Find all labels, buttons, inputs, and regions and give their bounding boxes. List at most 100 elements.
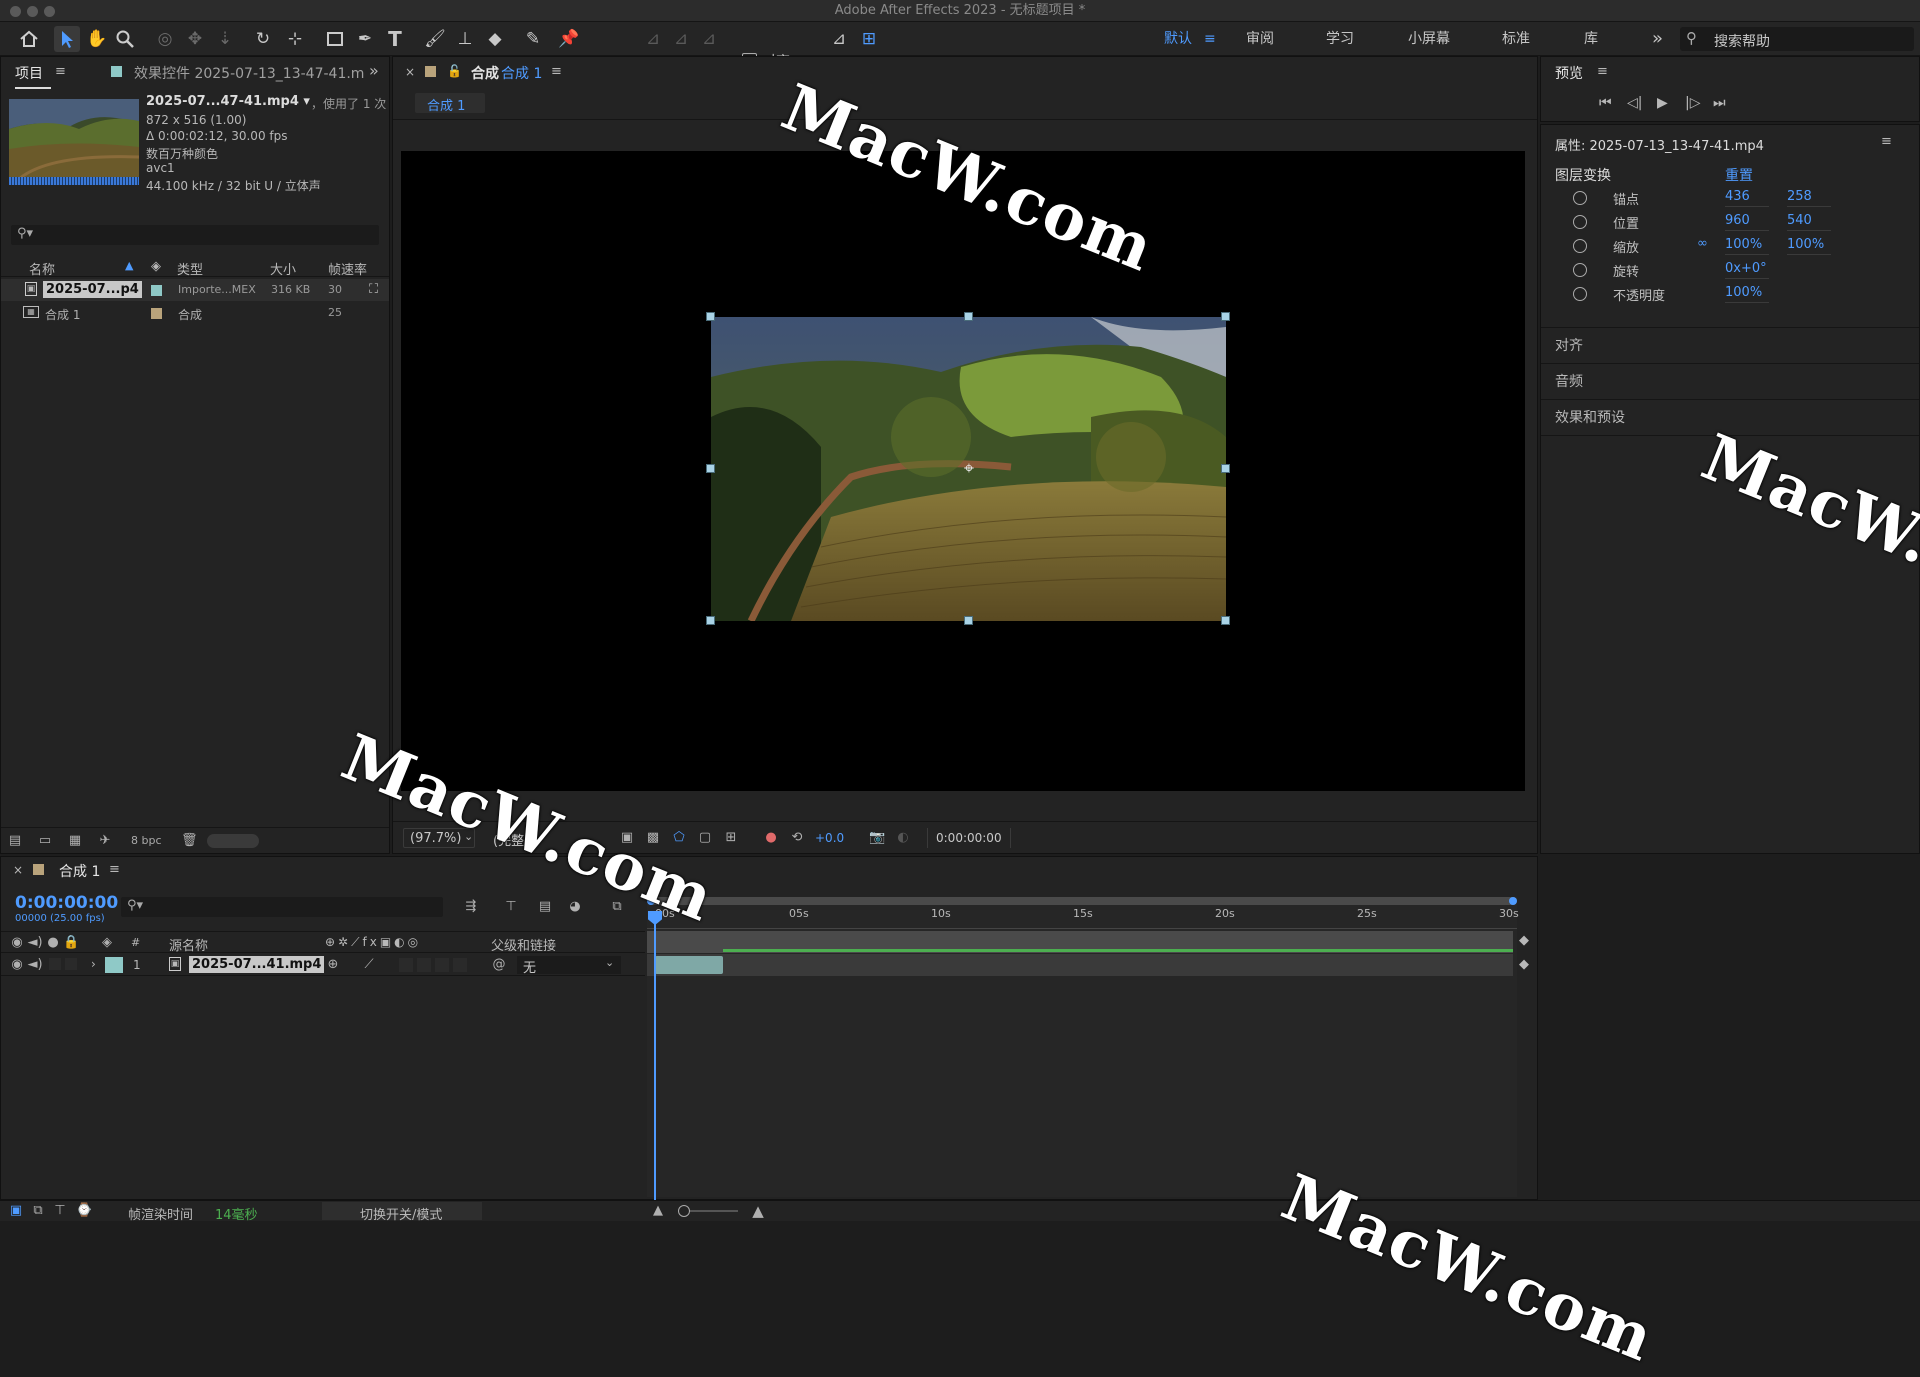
- layer-switches-toggle-icon[interactable]: ▣: [8, 1203, 24, 1219]
- close-tab-icon[interactable]: ×: [405, 65, 415, 79]
- close-window-button[interactable]: [10, 6, 21, 17]
- label-color-swatch[interactable]: [151, 285, 162, 296]
- comp-marker-icon[interactable]: ◆: [1519, 933, 1529, 948]
- minimize-window-button[interactable]: [27, 6, 38, 17]
- next-frame-icon[interactable]: |▷: [1685, 95, 1700, 111]
- selection-tool-icon[interactable]: [54, 26, 80, 52]
- reset-exposure-icon[interactable]: ⟲: [789, 830, 805, 846]
- pen-tool-icon[interactable]: ✒: [352, 26, 378, 52]
- previous-frame-icon[interactable]: ◁|: [1627, 95, 1642, 111]
- zoom-tool-icon[interactable]: [112, 26, 138, 52]
- pan-behind-tool-icon[interactable]: ⊹: [282, 26, 308, 52]
- expand-chevron-icon[interactable]: ›: [91, 957, 96, 971]
- footage-name[interactable]: 2025-07...47-41.mp4 ▾: [146, 94, 310, 109]
- brush-tool-icon[interactable]: 🖌: [422, 26, 448, 52]
- workspace-default[interactable]: 默认: [1164, 22, 1192, 56]
- comp-menu-icon[interactable]: ≡: [551, 64, 562, 79]
- close-tab-icon[interactable]: ×: [13, 863, 23, 877]
- project-row-name[interactable]: 合成 1: [45, 306, 80, 323]
- project-row-name[interactable]: 2025-07...p4: [43, 281, 142, 298]
- transform-handle[interactable]: [1221, 312, 1230, 321]
- anchor-x-value[interactable]: 436: [1725, 189, 1769, 207]
- snap-options-icon[interactable]: ⊞: [856, 26, 882, 52]
- comp-flowchart-icon[interactable]: ⇶: [463, 899, 479, 915]
- preview-menu-icon[interactable]: ≡: [1597, 64, 1608, 79]
- roto-brush-tool-icon[interactable]: ✎: [520, 26, 546, 52]
- project-search-input[interactable]: ⚲▾: [11, 225, 379, 245]
- section-align[interactable]: 对齐: [1555, 335, 1583, 355]
- stopwatch-icon[interactable]: [1573, 287, 1587, 301]
- dolly-camera-icon[interactable]: ⇣: [212, 26, 238, 52]
- clone-stamp-tool-icon[interactable]: ⊥: [452, 26, 478, 52]
- first-frame-icon[interactable]: ⏮: [1599, 95, 1612, 111]
- pan-camera-icon[interactable]: ✥: [182, 26, 208, 52]
- label-tag-icon[interactable]: ◈: [151, 259, 161, 274]
- anchor-point-icon[interactable]: ⌖: [959, 459, 979, 479]
- type-tool-icon[interactable]: T: [382, 26, 408, 52]
- solo-toggle[interactable]: [49, 958, 61, 970]
- snapshot-icon[interactable]: 📷: [869, 830, 885, 846]
- solo-icon[interactable]: ●: [45, 935, 61, 951]
- stopwatch-icon[interactable]: [1573, 263, 1587, 277]
- workspace-menu-icon[interactable]: ≡: [1204, 22, 1216, 56]
- layer-marker-icon[interactable]: ◆: [1519, 957, 1529, 972]
- toggle-switches-modes-button[interactable]: 切换开关/模式: [322, 1202, 482, 1223]
- comp-tab-name[interactable]: 合成 1: [501, 63, 542, 83]
- reset-transform-link[interactable]: 重置: [1725, 165, 1753, 185]
- stopwatch-icon[interactable]: [1573, 191, 1587, 205]
- render-time-icon[interactable]: ⌚: [76, 1203, 92, 1219]
- snap-icon[interactable]: ⊿: [826, 26, 852, 52]
- timeline-zoom-knob[interactable]: [678, 1205, 690, 1217]
- panel-overflow-icon[interactable]: »: [369, 61, 379, 80]
- workspace-learn[interactable]: 学习: [1326, 22, 1354, 56]
- composition-canvas[interactable]: ⌖: [401, 151, 1525, 791]
- workspace-libraries[interactable]: 库: [1584, 22, 1598, 56]
- workspace-overflow-icon[interactable]: »: [1652, 22, 1663, 56]
- work-area-bar[interactable]: [647, 897, 1517, 905]
- sort-ascending-icon[interactable]: ▲: [125, 259, 133, 272]
- home-icon[interactable]: [16, 26, 42, 52]
- lock-icon[interactable]: 🔒: [63, 935, 79, 951]
- timeline-menu-icon[interactable]: ≡: [109, 862, 120, 877]
- new-composition-icon[interactable]: ▦: [67, 833, 83, 849]
- eye-icon[interactable]: ◉: [9, 957, 25, 973]
- position-y-value[interactable]: 540: [1787, 213, 1831, 231]
- work-area-end-handle[interactable]: [1509, 897, 1517, 905]
- label-tag-icon[interactable]: ◈: [99, 935, 115, 951]
- zoom-in-icon[interactable]: ▲: [750, 1203, 766, 1219]
- parent-dropdown[interactable]: 无 ⌄: [517, 956, 621, 976]
- layer-name[interactable]: 2025-07...41.mp4: [189, 956, 325, 973]
- tab-project[interactable]: 项目: [15, 63, 43, 83]
- zoom-out-icon[interactable]: ▲: [650, 1203, 666, 1219]
- section-effects-presets[interactable]: 效果和预设: [1555, 407, 1625, 427]
- timeline-search-input[interactable]: ⚲▾: [121, 897, 443, 917]
- eraser-tool-icon[interactable]: ◆: [482, 26, 508, 52]
- workspace-small-screen[interactable]: 小屏幕: [1408, 22, 1450, 56]
- transform-handle[interactable]: [706, 464, 715, 473]
- column-fps[interactable]: 帧速率: [328, 259, 367, 278]
- anchor-y-value[interactable]: 258: [1787, 189, 1831, 207]
- column-size[interactable]: 大小: [270, 259, 296, 278]
- last-frame-icon[interactable]: ⏭: [1713, 95, 1726, 111]
- trash-icon[interactable]: 🗑: [181, 833, 198, 849]
- rotate-tool-icon[interactable]: ↻: [250, 26, 276, 52]
- lock-toggle[interactable]: [65, 958, 77, 970]
- transform-handle[interactable]: [1221, 464, 1230, 473]
- play-icon[interactable]: ▶: [1657, 95, 1668, 111]
- audio-icon[interactable]: ◄): [27, 935, 43, 951]
- project-row[interactable]: ▦ 合成 1 合成 25: [1, 302, 389, 324]
- bit-depth-button[interactable]: 8 bpc: [131, 834, 162, 847]
- current-time-display[interactable]: 0:00:00:00: [927, 828, 1011, 848]
- constrain-proportions-icon[interactable]: ∞: [1697, 236, 1708, 251]
- column-source-name[interactable]: 源名称: [169, 935, 208, 954]
- puppet-tool-icon[interactable]: 📌: [556, 26, 582, 52]
- transform-handle[interactable]: [706, 616, 715, 625]
- help-search-input[interactable]: ⚲ 搜索帮助: [1680, 27, 1914, 51]
- new-folder-icon[interactable]: ▭: [37, 833, 53, 849]
- frame-blending-icon[interactable]: ◕: [567, 899, 583, 915]
- transform-handle[interactable]: [964, 616, 973, 625]
- shy-switch-icon[interactable]: ⊕: [325, 957, 341, 973]
- transform-handle[interactable]: [1221, 616, 1230, 625]
- properties-menu-icon[interactable]: ≡: [1881, 134, 1892, 149]
- column-name[interactable]: 名称: [29, 259, 55, 278]
